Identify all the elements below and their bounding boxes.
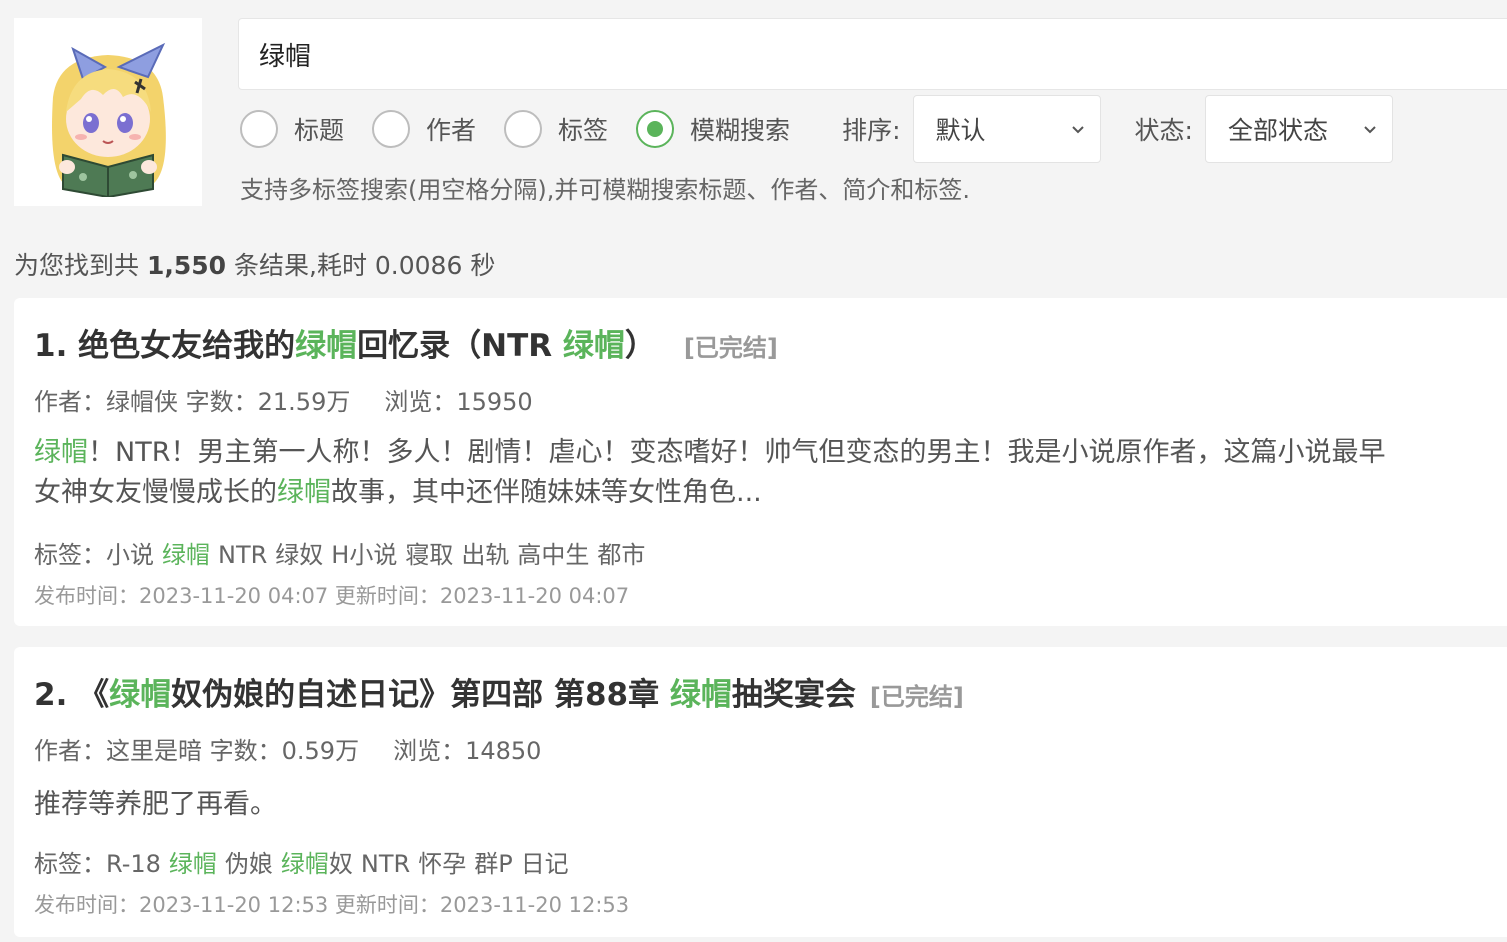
result-title-text: 绝色女友给我的绿帽回忆录（NTR 绿帽） [78, 320, 656, 365]
plain-text: 女神女友慢慢成长的 [34, 477, 277, 508]
result-title-link[interactable]: 1. 绝色女友给我的绿帽回忆录（NTR 绿帽） [已完结] [34, 320, 778, 365]
result-title-text: 《绿帽奴伪娘的自述日记》第四部 第88章 绿帽抽奖宴会 [78, 669, 856, 714]
result-description: 推荐等养肥了再看。 [34, 789, 277, 820]
tag-item[interactable]: 都市 [597, 541, 645, 569]
result-summary: 为您找到共 1,550 条结果,耗时 0.0086 秒 [14, 246, 495, 282]
radio-label: 标题 [294, 116, 345, 145]
tag-item[interactable]: 怀孕 [418, 850, 466, 878]
sort-select[interactable]: 默认 [912, 95, 1101, 163]
site-logo-avatar[interactable] [14, 18, 202, 206]
plain-text: ） [624, 328, 656, 364]
result-views: 浏览：14850 [393, 737, 542, 765]
radio-author[interactable]: 作者 [372, 110, 476, 148]
plain-text: 故事，其中还伴随妹妹等女性角色... [331, 477, 762, 508]
chevron-down-icon [1364, 126, 1376, 134]
radio-circle [240, 110, 278, 148]
tag-item[interactable]: NTR [361, 850, 410, 878]
result-description: 绿帽！NTR！男主第一人称！多人！剧情！虐心！变态嗜好！帅气但变态的男主！我是小… [34, 433, 1507, 513]
radio-circle [504, 110, 543, 148]
plain-text: 抽奖宴会 [731, 677, 856, 713]
radio-circle [372, 110, 411, 148]
plain-text: 绝色女友给我的 [78, 328, 296, 364]
result-views: 浏览：15950 [384, 388, 533, 416]
result-index: 2. [34, 677, 68, 713]
result-description-line: 女神女友慢慢成长的绿帽故事，其中还伴随妹妹等女性角色... [34, 473, 1507, 513]
search-input[interactable]: 绿帽 [238, 18, 1507, 90]
tags-label: 标签： [34, 541, 106, 569]
status-select-value: 全部状态 [1227, 116, 1328, 145]
result-author: 作者：这里是暗 字数：0.59万 [34, 737, 360, 765]
tag-item[interactable]: 绿帽 [169, 850, 217, 878]
sort-select-value: 默认 [935, 116, 986, 145]
result-tags: 标签：小说 绿帽 NTR 绿奴 H小说 寝取 出轨 高中生 都市 [34, 535, 661, 570]
result-dates: 发布时间：2023-11-20 04:07 更新时间：2023-11-20 04… [34, 584, 630, 608]
result-tags: 标签：R-18 绿帽 伪娘 绿帽奴 NTR 怀孕 群P 日记 [34, 844, 585, 879]
tag-item[interactable]: 日记 [521, 850, 569, 878]
tag-item[interactable]: 绿奴 [275, 541, 323, 569]
plain-text: ！NTR！男主第一人称！多人！剧情！虐心！变态嗜好！帅气但变态的男主！我是小说原… [88, 437, 1386, 468]
highlight-text: 绿帽 [295, 328, 358, 364]
status-label: 状态: [1134, 116, 1193, 145]
tag-item[interactable]: 高中生 [517, 541, 589, 569]
result-author: 作者：绿帽侠 字数：21.59万 [34, 388, 351, 416]
plain-text: 回忆录（NTR [357, 328, 563, 364]
result-title-link[interactable]: 2. 《绿帽奴伪娘的自述日记》第四部 第88章 绿帽抽奖宴会 [已完结] [34, 669, 964, 714]
tag-item[interactable]: 绿帽奴 [281, 850, 353, 878]
radio-title[interactable]: 标题 [240, 110, 344, 148]
status-badge: [已完结] [869, 683, 964, 711]
result-meta: 作者：这里是暗 字数：0.59万 浏览：14850 [34, 731, 541, 766]
radio-tag[interactable]: 标签 [504, 110, 608, 148]
result-description-line: 绿帽！NTR！男主第一人称！多人！剧情！虐心！变态嗜好！帅气但变态的男主！我是小… [34, 433, 1507, 473]
radio-circle-checked [636, 110, 675, 148]
tag-item[interactable]: 出轨 [461, 541, 509, 569]
tag-list: 小说 绿帽 NTR 绿奴 H小说 寝取 出轨 高中生 都市 [106, 541, 653, 569]
search-options: 标题 作者 标签 模糊搜索 排序: 默认 状态: 全部状态 [240, 95, 1393, 163]
status-badge: [已完结] [683, 334, 778, 362]
tag-item[interactable]: 伪娘 [225, 850, 273, 878]
highlight-text: 绿帽 [669, 677, 732, 713]
tags-label: 标签： [34, 850, 106, 878]
highlight-text: 绿帽 [109, 677, 172, 713]
result-summary-prefix: 为您找到共 [14, 251, 140, 280]
result-card: 1. 绝色女友给我的绿帽回忆录（NTR 绿帽） [已完结] 作者：绿帽侠 字数：… [14, 298, 1507, 626]
tag-item[interactable]: 小说 [106, 541, 154, 569]
tag-item[interactable]: R-18 [106, 850, 161, 878]
radio-label: 作者 [426, 116, 477, 145]
result-dates: 发布时间：2023-11-20 12:53 更新时间：2023-11-20 12… [34, 893, 630, 917]
chevron-down-icon [1071, 126, 1084, 134]
anime-girl-reading-icon [52, 42, 166, 197]
tag-item[interactable]: H小说 [331, 541, 397, 569]
result-index: 1. [34, 328, 68, 364]
result-meta: 作者：绿帽侠 字数：21.59万 浏览：15950 [34, 382, 533, 417]
radio-fuzzy-search[interactable]: 模糊搜索 [636, 110, 790, 148]
tag-item[interactable]: 绿帽 [162, 541, 210, 569]
radio-label: 模糊搜索 [690, 116, 791, 145]
plain-text: 奴伪娘的自述日记》第四部 第88章 [171, 677, 670, 713]
plain-text: 《 [78, 677, 110, 713]
search-hint: 支持多标签搜索(用空格分隔),并可模糊搜索标题、作者、简介和标签. [240, 176, 970, 204]
tag-list: R-18 绿帽 伪娘 绿帽奴 NTR 怀孕 群P 日记 [106, 850, 577, 878]
highlight-text: 绿帽 [277, 477, 331, 508]
highlight-text: 绿帽 [34, 437, 88, 468]
highlight-text: 绿帽 [562, 328, 625, 364]
tag-item[interactable]: 群P [474, 850, 512, 878]
sort-label: 排序: [842, 116, 901, 145]
tag-item[interactable]: NTR [218, 541, 267, 569]
tag-item[interactable]: 寝取 [405, 541, 453, 569]
search-query-text: 绿帽 [259, 41, 312, 72]
result-card: 2. 《绿帽奴伪娘的自述日记》第四部 第88章 绿帽抽奖宴会 [已完结] 作者：… [14, 647, 1507, 937]
radio-label: 标签 [558, 116, 609, 145]
status-select[interactable]: 全部状态 [1204, 95, 1393, 163]
result-count-number: 1,550 [146, 251, 227, 280]
result-summary-suffix: 条结果,耗时 0.0086 秒 [234, 251, 496, 280]
